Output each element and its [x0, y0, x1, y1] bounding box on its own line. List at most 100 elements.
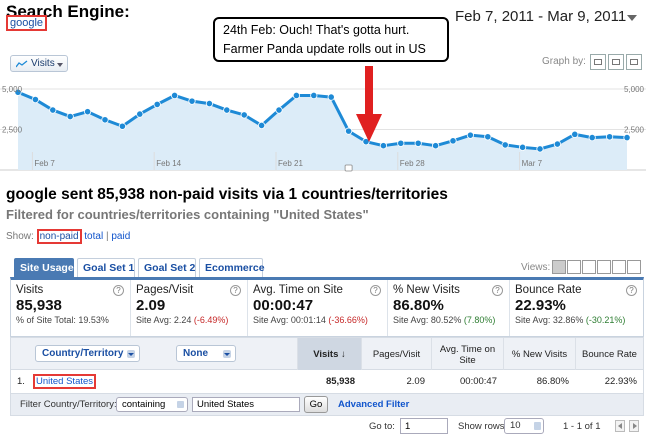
red-down-arrow-icon	[356, 66, 382, 142]
data-point[interactable]	[466, 131, 474, 139]
help-icon[interactable]: ?	[370, 285, 381, 296]
data-point[interactable]	[101, 116, 109, 124]
y-tick-label-right: 2,500	[624, 126, 645, 135]
help-icon[interactable]: ?	[113, 285, 124, 296]
view-table-button[interactable]	[552, 260, 566, 274]
scorecard-label: Bounce Rate	[515, 284, 582, 296]
secondary-dimension-select[interactable]: None	[176, 345, 236, 362]
chevron-down-icon	[177, 401, 184, 408]
data-point[interactable]	[171, 91, 179, 100]
scorecard: Visits 85,938 % of Site Total: 19.53% ? …	[10, 277, 644, 337]
graph-metric-select[interactable]: Visits	[10, 55, 68, 72]
data-point[interactable]	[66, 112, 74, 121]
data-point[interactable]	[292, 91, 300, 100]
data-point[interactable]	[536, 145, 544, 153]
data-point[interactable]	[501, 141, 509, 149]
data-point[interactable]	[49, 106, 57, 114]
show-label: Show:	[6, 231, 34, 242]
data-point[interactable]	[431, 142, 440, 150]
column-header-visits[interactable]: Visits ↓	[297, 338, 361, 371]
view-sparkline-button[interactable]	[627, 260, 641, 274]
filter-go-button[interactable]: Go	[304, 396, 328, 413]
column-header-new-visits[interactable]: % New Visits	[503, 338, 575, 371]
data-point[interactable]	[31, 95, 40, 104]
data-point[interactable]	[605, 133, 614, 141]
column-header-pages-visit[interactable]: Pages/Visit	[361, 338, 431, 371]
data-point[interactable]	[118, 122, 127, 130]
view-pie-button[interactable]	[567, 260, 581, 274]
filter-input[interactable]	[192, 397, 300, 412]
view-comparison-button[interactable]	[597, 260, 611, 274]
view-pivot-button[interactable]	[612, 260, 626, 274]
data-point[interactable]	[84, 108, 92, 116]
chevron-down-icon	[534, 422, 541, 430]
view-performance-button[interactable]	[582, 260, 596, 274]
data-point[interactable]	[205, 99, 213, 108]
cell-visits: 85,938	[325, 376, 355, 387]
annotation-marker-icon[interactable]	[344, 164, 353, 172]
line-chart-icon	[16, 60, 28, 68]
x-tick-label: Feb 7	[34, 159, 55, 168]
chevron-down-icon	[223, 350, 231, 358]
x-tick-label: Feb 21	[278, 159, 303, 168]
calendar-week-icon	[612, 59, 620, 65]
show-total-link[interactable]: total	[84, 231, 103, 242]
scorecard-label: % New Visits	[393, 284, 460, 296]
advanced-filter-link[interactable]: Advanced Filter	[338, 399, 409, 410]
row-country-link[interactable]: United States	[33, 374, 97, 389]
callout-line-1: 24th Feb: Ouch! That's gotta hurt.	[223, 23, 410, 37]
data-point[interactable]	[588, 133, 596, 142]
goto-page-input[interactable]	[400, 418, 448, 434]
scorecard-bounce-rate: Bounce Rate 22.93% Site Avg: 32.86% (-30…	[510, 280, 643, 336]
help-icon[interactable]: ?	[626, 285, 637, 296]
show-rows-select[interactable]: 10	[504, 418, 544, 434]
filter-mode-select[interactable]: containing	[116, 397, 188, 412]
help-icon[interactable]: ?	[492, 285, 503, 296]
data-point[interactable]	[240, 111, 248, 119]
data-point[interactable]	[188, 97, 196, 105]
data-point[interactable]	[449, 137, 457, 145]
data-point[interactable]	[257, 121, 266, 130]
graph-by-day-button[interactable]	[590, 54, 606, 70]
data-point[interactable]	[518, 143, 527, 151]
row-index: 1.	[17, 376, 25, 387]
primary-dimension-select[interactable]: Country/Territory	[35, 345, 140, 362]
scorecard-subtext: Site Avg: 2.24 (-6.49%)	[136, 315, 229, 325]
show-paid-link[interactable]: paid	[111, 231, 130, 242]
cell-new-visits: 86.80%	[536, 376, 569, 387]
data-point[interactable]	[344, 127, 353, 135]
data-point[interactable]	[414, 139, 422, 147]
date-range-dropdown-icon[interactable]	[627, 15, 637, 21]
data-point[interactable]	[623, 133, 631, 142]
data-point[interactable]	[136, 110, 144, 118]
show-non-paid-link[interactable]: non-paid	[36, 229, 82, 244]
cell-bounce-rate: 22.93%	[604, 376, 637, 387]
data-point[interactable]	[553, 140, 562, 148]
date-range-picker[interactable]: Feb 7, 2011 - Mar 9, 2011	[455, 8, 626, 25]
scorecard-label: Visits	[16, 284, 44, 296]
graph-by-month-button[interactable]	[626, 54, 642, 70]
tab-site-usage[interactable]: Site Usage	[14, 258, 74, 277]
data-point[interactable]	[484, 133, 492, 141]
graph-by-week-button[interactable]	[608, 54, 624, 70]
data-point[interactable]	[223, 106, 231, 114]
data-point[interactable]	[571, 130, 579, 138]
graph-metric-label: Visits	[31, 58, 55, 69]
help-icon[interactable]: ?	[230, 285, 241, 296]
data-point[interactable]	[327, 93, 335, 101]
row-range-text: 1 - 1 of 1	[563, 421, 601, 432]
tab-goal-set-1[interactable]: Goal Set 1	[77, 258, 135, 277]
data-point[interactable]	[153, 100, 161, 108]
tab-ecommerce[interactable]: Ecommerce	[199, 258, 265, 277]
data-point[interactable]	[379, 142, 387, 150]
column-header-avg-time[interactable]: Avg. Time on Site	[431, 338, 503, 371]
scorecard-subtext: Site Avg: 32.86% (-30.21%)	[515, 315, 626, 325]
data-point[interactable]	[397, 139, 405, 147]
tab-goal-set-2[interactable]: Goal Set 2	[138, 258, 196, 277]
scorecard-label: Avg. Time on Site	[253, 284, 343, 296]
data-point[interactable]	[275, 106, 283, 114]
column-header-bounce-rate[interactable]: Bounce Rate	[575, 338, 643, 371]
data-point[interactable]	[310, 91, 318, 100]
next-page-button[interactable]	[629, 420, 639, 432]
previous-page-button[interactable]	[615, 420, 625, 432]
